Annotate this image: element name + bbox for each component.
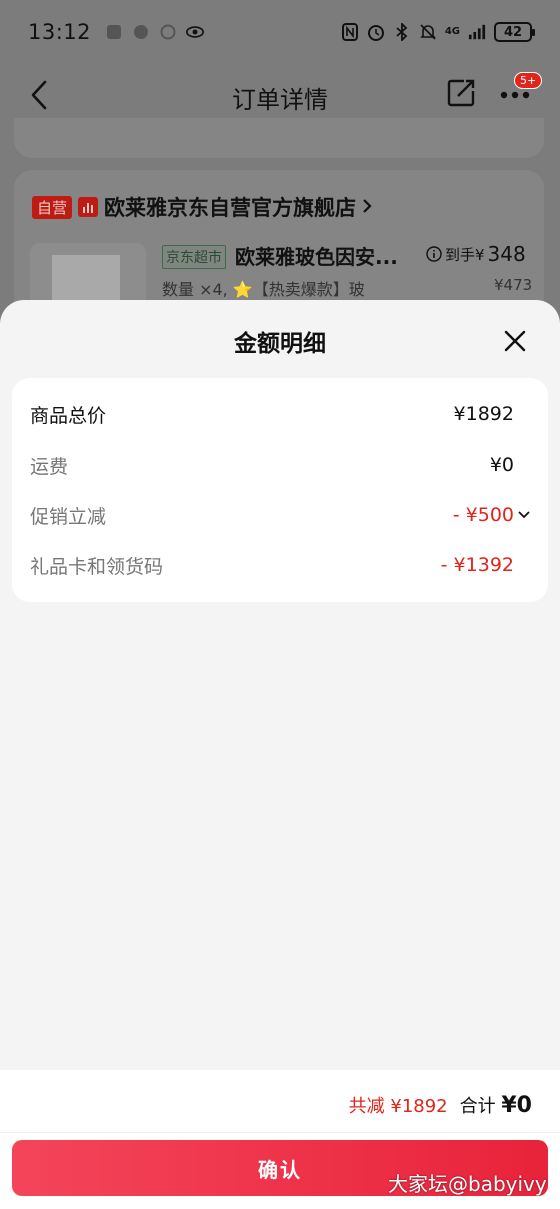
notification-icons <box>105 23 205 41</box>
shop-name: 欧莱雅京东自营官方旗舰店 <box>104 196 357 220</box>
divider <box>0 1132 560 1133</box>
row-label: 礼品卡和领货码 <box>30 555 164 578</box>
row-goods-total: 商品总价 ¥1892 <box>30 399 530 429</box>
in-hand-price[interactable]: 到手¥ 348 <box>426 242 526 266</box>
signal-icon <box>468 23 486 41</box>
amount-detail-card: 商品总价 ¥1892 运费 ¥0 促销立减 - ¥500 礼品卡和领货码 - ¥… <box>12 378 548 602</box>
shop-icon <box>78 197 99 217</box>
row-value: ¥1892 <box>453 403 514 425</box>
row-value: - ¥1392 <box>440 554 514 576</box>
quantity-spec[interactable]: 数量 ×4, ⭐【热卖爆款】玻 <box>162 276 365 300</box>
total-label: 合计 <box>459 1096 502 1117</box>
sheet-title: 金额明细 <box>234 331 326 357</box>
status-bar: 13:12 4G 42 <box>0 0 560 64</box>
info-icon <box>426 246 442 262</box>
message-badge: 5+ <box>514 72 543 89</box>
chat-icon <box>132 23 150 41</box>
bluetooth-icon <box>393 23 411 41</box>
mute-icon <box>419 23 437 41</box>
row-value: ¥0 <box>489 454 514 476</box>
share-button[interactable] <box>446 78 478 110</box>
total-reduction: 共减 ¥1892 <box>348 1096 448 1117</box>
total-value: ¥0 <box>501 1093 532 1118</box>
page-header: 订单详情 <box>0 64 560 126</box>
alarm-icon <box>367 23 385 41</box>
original-price: ¥473 <box>494 276 533 294</box>
battery-indicator: 42 <box>494 22 535 42</box>
status-time: 13:12 <box>28 20 92 44</box>
in-hand-label: 到手¥ <box>445 245 485 264</box>
watermark: 大家坛@babyivy <box>388 1172 547 1196</box>
close-button[interactable] <box>500 326 530 356</box>
self-operated-tag: 自营 <box>32 195 73 219</box>
shop-row[interactable]: 自营 欧莱雅京东自营官方旗舰店 <box>32 192 372 222</box>
row-value: - ¥500 <box>452 504 514 526</box>
share-icon <box>447 79 475 107</box>
close-icon <box>504 330 526 352</box>
more-dots-icon <box>500 91 530 99</box>
network-type: 4G <box>444 26 460 37</box>
promotion-value[interactable]: - ¥500 <box>453 504 530 526</box>
nfc-icon <box>341 23 359 41</box>
amount-detail-sheet: 金额明细 商品总价 ¥1892 运费 ¥0 促销立减 - ¥500 礼品卡和领货… <box>0 300 560 1209</box>
q-app-icon <box>159 23 177 41</box>
row-shipping: 运费 ¥0 <box>30 450 530 480</box>
row-label: 促销立减 <box>30 505 107 528</box>
total-amount: 合计 ¥0 <box>460 1092 532 1118</box>
row-gift-card: 礼品卡和领货码 - ¥1392 <box>30 550 530 580</box>
supermarket-tag: 京东超市 <box>162 245 226 269</box>
previous-card <box>14 118 544 158</box>
system-status-icons: 4G 42 <box>341 22 535 42</box>
summary-line: 共减 ¥1892 合计 ¥0 <box>349 1092 532 1118</box>
row-label: 商品总价 <box>30 404 107 427</box>
eye-icon <box>186 23 205 41</box>
product-name[interactable]: 欧莱雅玻色因安... <box>235 241 398 270</box>
in-hand-value: 348 <box>487 242 526 266</box>
chevron-down-icon <box>518 511 530 519</box>
row-label: 运费 <box>30 455 69 478</box>
app-notification-icon <box>105 23 123 41</box>
chevron-right-icon <box>362 195 372 220</box>
row-promotion[interactable]: 促销立减 - ¥500 <box>30 500 530 530</box>
